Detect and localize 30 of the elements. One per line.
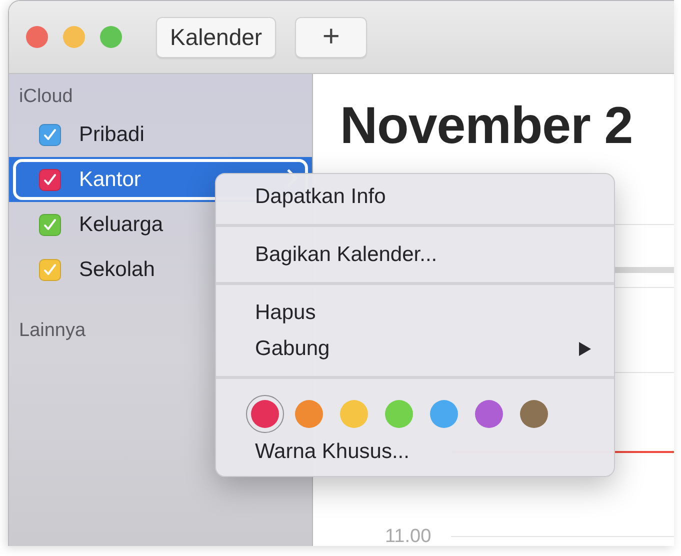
color-swatch[interactable] (475, 400, 503, 428)
close-button[interactable] (26, 26, 48, 48)
color-swatch[interactable] (340, 400, 368, 428)
color-swatch[interactable] (295, 400, 323, 428)
section-header: Lainnya (19, 320, 86, 343)
checkmark-icon (42, 172, 58, 188)
checkmark-icon (42, 262, 58, 278)
color-swatch[interactable] (385, 400, 413, 428)
month-title: November 2 (340, 96, 633, 156)
checkmark-icon (42, 216, 58, 232)
color-swatch[interactable] (430, 400, 458, 428)
checkmark-icon (42, 126, 58, 142)
minimize-button[interactable] (63, 26, 85, 48)
menu-item[interactable]: Hapus (216, 295, 614, 331)
menu-item[interactable]: Warna Khusus... (216, 434, 614, 470)
calendars-button[interactable]: Kalender (156, 16, 276, 58)
add-button[interactable]: + (295, 16, 368, 58)
checkbox[interactable] (39, 168, 61, 190)
checkbox[interactable] (39, 214, 61, 236)
calendar-item[interactable]: Pribadi (9, 112, 312, 157)
checkbox[interactable] (39, 258, 61, 280)
color-swatch[interactable] (520, 400, 548, 428)
time-label: 11.00 (385, 526, 432, 546)
submenu-arrow-icon (578, 341, 592, 357)
checkbox[interactable] (39, 124, 61, 146)
section-header: iCloud (19, 86, 73, 109)
menu-item[interactable]: Gabung (216, 331, 614, 367)
color-swatch[interactable] (251, 400, 279, 428)
menu-item[interactable]: Bagikan Kalender... (216, 237, 614, 273)
zoom-button[interactable] (100, 26, 122, 48)
